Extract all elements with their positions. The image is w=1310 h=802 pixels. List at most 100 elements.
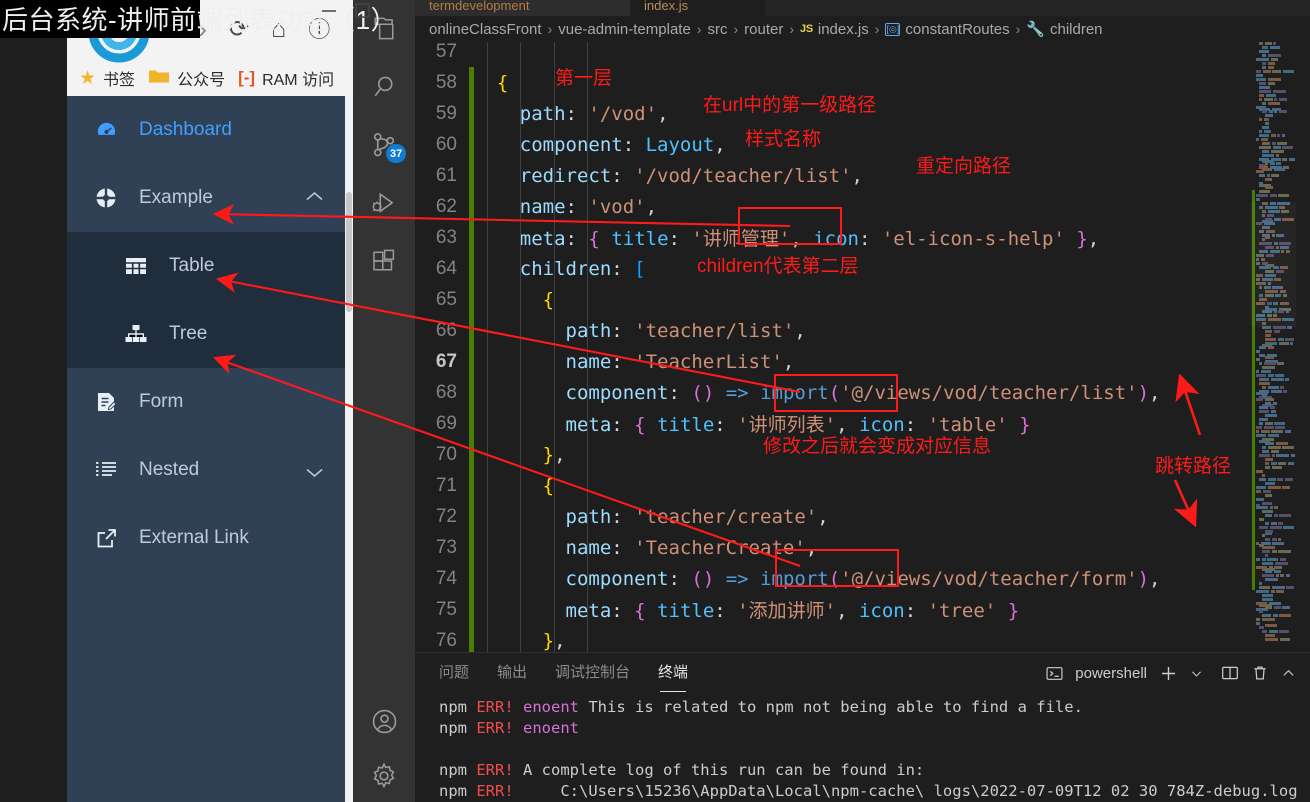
kill-terminal-icon[interactable]: [1251, 664, 1269, 682]
minimap-line: [1250, 110, 1296, 113]
minimap[interactable]: [1250, 42, 1296, 652]
extensions-icon[interactable]: [353, 232, 415, 290]
code-line[interactable]: 70 },: [415, 439, 1310, 470]
run-debug-icon[interactable]: [353, 174, 415, 232]
sidebar-submenu-example: Table Tree: [67, 232, 345, 368]
sidebar-item-form[interactable]: Form: [67, 368, 345, 436]
code-line[interactable]: 75 meta: { title: '添加讲师', icon: 'tree' }: [415, 594, 1310, 625]
code-line[interactable]: 65 {: [415, 284, 1310, 315]
browser-scrollbar[interactable]: [345, 192, 353, 802]
activity-bar: 37: [353, 0, 415, 802]
breadcrumb-item[interactable]: JS index.js: [800, 21, 869, 38]
code-line[interactable]: 59 path: '/vod',: [415, 98, 1310, 129]
browser-page: Dashboard Example Table Tree Form Nested…: [67, 96, 353, 802]
terminal-lines: npm ERR! enoent This is related to npm n…: [439, 697, 1310, 802]
line-number: 63: [435, 226, 457, 248]
breadcrumb-separator-icon: ›: [696, 21, 702, 37]
minimap-line: [1250, 354, 1296, 357]
bookmark-item[interactable]: 公众号: [148, 66, 225, 90]
code-line[interactable]: 63 meta: { title: '讲师管理', icon: 'el-icon…: [415, 222, 1310, 253]
minimap-line: [1250, 578, 1296, 581]
breadcrumb-item[interactable]: src: [707, 21, 727, 38]
sidebar-item-nested[interactable]: Nested: [67, 436, 345, 504]
minimap-line: [1250, 422, 1296, 443]
code-text: },: [542, 629, 566, 652]
editor-vertical-scrollbar[interactable]: [1296, 42, 1310, 652]
code-line[interactable]: 60 component: Layout,: [415, 129, 1310, 160]
code-line[interactable]: 74 component: () => import('@/views/vod/…: [415, 563, 1310, 594]
breadcrumb-label: onlineClassFront: [429, 20, 542, 38]
breadcrumb-label: children: [1049, 20, 1103, 38]
bookmark-item[interactable]: ★ 书签: [79, 66, 135, 90]
dashboard-icon: [93, 119, 119, 142]
minimap-line: [1250, 346, 1296, 349]
sidebar-item-tree[interactable]: Tree: [67, 300, 345, 368]
minimap-line: [1250, 466, 1296, 469]
code-line[interactable]: 64 children: [: [415, 253, 1310, 284]
code-line[interactable]: 71 {: [415, 470, 1310, 501]
breadcrumb-item[interactable]: 🔧 children: [1026, 20, 1103, 39]
sidebar-item-label: External Link: [139, 527, 249, 548]
code-line[interactable]: 76 },: [415, 625, 1310, 652]
external-link-icon: [93, 528, 119, 549]
code-line[interactable]: 68 component: () => import('@/views/vod/…: [415, 377, 1310, 408]
settings-gear-icon[interactable]: [353, 750, 415, 802]
code-line[interactable]: 62 name: 'vod',: [415, 191, 1310, 222]
minimap-line: [1250, 482, 1296, 485]
browser-scrollbar-thumb[interactable]: [346, 192, 352, 312]
sidebar-item-dashboard[interactable]: Dashboard: [67, 96, 345, 164]
minimap-line: [1250, 66, 1296, 69]
minimap-line: [1250, 430, 1296, 433]
code-line[interactable]: 72 path: 'teacher/create',: [415, 501, 1310, 532]
minimap-line: [1250, 70, 1296, 73]
code-line[interactable]: 67 name: 'TeacherList',: [415, 346, 1310, 377]
line-number: 72: [435, 505, 457, 527]
minimap-line: [1250, 150, 1296, 171]
search-icon[interactable]: [353, 58, 415, 116]
sidebar-item-example[interactable]: Example: [67, 164, 345, 232]
split-terminal-icon[interactable]: [1221, 664, 1239, 682]
breadcrumb-item[interactable]: [◎] constantRoutes: [885, 21, 1010, 38]
minimap-line: [1250, 138, 1296, 141]
panel-tab-problems[interactable]: 问题: [439, 661, 469, 685]
line-number: 68: [435, 381, 457, 403]
editor-tab-active[interactable]: index.js: [630, 0, 765, 16]
account-icon[interactable]: [353, 692, 415, 750]
panel-actions: powershell: [1046, 653, 1296, 693]
code-line[interactable]: 57: [415, 42, 1310, 67]
minimap-line: [1250, 602, 1296, 605]
breadcrumb-item[interactable]: onlineClassFront: [429, 21, 542, 38]
minimap-line: [1250, 546, 1296, 549]
ram-icon: [-]: [238, 68, 256, 87]
code-line[interactable]: 69 meta: { title: '讲师列表', icon: 'table' …: [415, 408, 1310, 439]
sidebar-item-table[interactable]: Table: [67, 232, 345, 300]
panel-tab-output[interactable]: 输出: [497, 661, 527, 685]
bookmark-item[interactable]: [-] RAM 访问: [238, 66, 334, 90]
code-line[interactable]: 66 path: 'teacher/list',: [415, 315, 1310, 346]
code-line[interactable]: 58 {: [415, 67, 1310, 98]
code-text: path: 'teacher/create',: [565, 505, 829, 528]
editor-tab[interactable]: termdevelopment: [415, 0, 630, 16]
new-terminal-icon[interactable]: [1159, 664, 1178, 683]
breadcrumb-item[interactable]: router: [744, 21, 783, 38]
minimap-line: [1250, 50, 1296, 53]
sidebar-item-external-link[interactable]: External Link: [67, 504, 345, 572]
minimap-slider[interactable]: [1250, 202, 1296, 327]
terminal-output[interactable]: npm ERR! enoent This is related to npm n…: [415, 693, 1310, 802]
panel-tab-terminal[interactable]: 终端: [658, 661, 688, 692]
minimap-line: [1250, 114, 1296, 117]
code-line[interactable]: 61 redirect: '/vod/teacher/list',: [415, 160, 1310, 191]
maximize-panel-icon[interactable]: [1281, 666, 1296, 681]
chevron-down-icon[interactable]: [1190, 667, 1203, 680]
minimap-line: [1250, 538, 1296, 541]
breadcrumb-separator-icon: ›: [874, 21, 880, 37]
source-control-icon[interactable]: 37: [353, 116, 415, 174]
code-line[interactable]: 73 name: 'TeacherCreate',: [415, 532, 1310, 563]
line-number: 75: [435, 598, 457, 620]
code-editor[interactable]: 57 58 {59 path: '/vod', 60 component: Layo…: [415, 42, 1310, 652]
minimap-line: [1250, 58, 1296, 61]
panel-tab-debug-console[interactable]: 调试控制台: [555, 661, 630, 685]
breadcrumb-item[interactable]: vue-admin-template: [558, 21, 691, 38]
sidebar-item-label: Dashboard: [139, 119, 232, 140]
minimap-line: [1250, 362, 1296, 365]
